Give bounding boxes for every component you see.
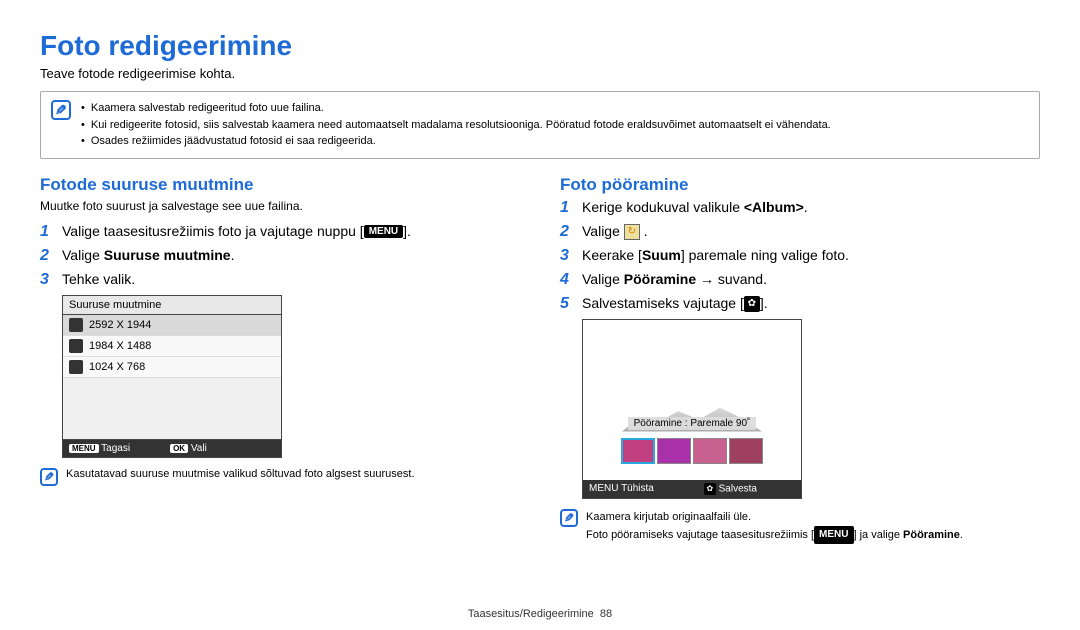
step-text: Valige . [582, 223, 1040, 240]
thumb-row [621, 438, 763, 464]
step-text: Tehke valik. [62, 271, 520, 287]
size-icon [69, 339, 83, 353]
step-text: Salvestamiseks vajutage []. [582, 295, 1040, 312]
rotate-heading: Foto pööramine [560, 175, 1040, 195]
resize-heading: Fotode suuruse muutmine [40, 175, 520, 195]
macro-icon [704, 483, 716, 495]
resize-sub: Muutke foto suurust ja salvestage see uu… [40, 199, 520, 213]
resize-menu-ui: Suuruse muutmine 2592 X 1944 1984 X 1488… [62, 295, 282, 458]
menu-icon: MENU [364, 225, 403, 238]
step-row: 5 Salvestamiseks vajutage []. [560, 295, 1040, 313]
menu-tag-icon: MENU [69, 444, 99, 453]
step-number: 1 [560, 199, 574, 217]
step-number: 4 [560, 271, 574, 289]
top-note-line: Kui redigeerite fotosid, siis salvestab … [91, 117, 831, 134]
menu-tag-icon: MENU [589, 483, 618, 494]
note-icon [560, 509, 578, 527]
step-number: 3 [560, 247, 574, 265]
step-row: 1 Kerige kodukuval valikule <Album>. [560, 199, 1040, 217]
rotate-thumb[interactable] [621, 438, 655, 464]
step-row: 3 Tehke valik. [40, 271, 520, 289]
size-icon [69, 318, 83, 332]
resize-menu-header: Suuruse muutmine [63, 296, 281, 315]
step-text: Valige taasesitusrežiimis foto ja vajuta… [62, 223, 520, 239]
rotate-thumb[interactable] [657, 438, 691, 464]
step-number: 5 [560, 295, 574, 313]
rotate-icon [624, 224, 640, 240]
page-footer: Taasesitus/Redigeerimine 88 [0, 608, 1080, 620]
step-text: Valige Suuruse muutmine. [62, 247, 520, 263]
resize-option[interactable]: 1024 X 768 [63, 357, 281, 378]
step-text: Kerige kodukuval valikule <Album>. [582, 199, 1040, 215]
step-number: 1 [40, 223, 54, 241]
step-row: 2 Valige Suuruse muutmine. [40, 247, 520, 265]
right-column: Foto pööramine 1 Kerige kodukuval valiku… [560, 175, 1040, 545]
note-icon [51, 100, 71, 120]
step-number: 2 [40, 247, 54, 265]
rotate-note: Kaamera kirjutab originaalfaili üle. Fot… [560, 509, 1040, 545]
step-number: 3 [40, 271, 54, 289]
resize-note-text: Kasutatavad suuruse muutmise valikud sõl… [66, 468, 415, 480]
macro-icon [744, 296, 760, 312]
menu-icon: MENU [814, 526, 853, 544]
step-row: 1 Valige taasesitusrežiimis foto ja vaju… [40, 223, 520, 241]
step-row: 3 Keerake [Suum] paremale ning valige fo… [560, 247, 1040, 265]
left-column: Fotode suuruse muutmine Muutke foto suur… [40, 175, 520, 545]
resize-menu-footer: MENU Tagasi OK Vali [63, 440, 281, 457]
resize-option[interactable]: 2592 X 1944 [63, 315, 281, 336]
rotate-footer: MENU Tühista Salvesta [583, 480, 801, 498]
rotate-thumb[interactable] [729, 438, 763, 464]
ok-tag-icon: OK [170, 444, 188, 453]
step-row: 2 Valige . [560, 223, 1040, 241]
rotate-note-content: Kaamera kirjutab originaalfaili üle. Fot… [586, 509, 1040, 545]
page-title: Foto redigeerimine [40, 30, 1040, 62]
resize-blank-area [63, 378, 281, 440]
step-number: 2 [560, 223, 574, 241]
size-icon [69, 360, 83, 374]
top-note-content: Kaamera salvestab redigeeritud foto uue … [81, 100, 831, 150]
step-row: 4 Valige Pööramine → suvand. [560, 271, 1040, 289]
rotate-thumb[interactable] [693, 438, 727, 464]
top-note-box: Kaamera salvestab redigeeritud foto uue … [40, 91, 1040, 159]
note-icon [40, 468, 58, 486]
page-subtitle: Teave fotode redigeerimise kohta. [40, 66, 1040, 81]
step-text: Keerake [Suum] paremale ning valige foto… [582, 247, 1040, 263]
top-note-line: Kaamera salvestab redigeeritud foto uue … [91, 100, 324, 117]
top-note-line: Osades režiimides jäädvustatud fotosid e… [91, 133, 376, 150]
rotate-preview-ui: Pööramine : Paremale 90˚ MENU Tühista Sa… [582, 319, 802, 499]
rotate-caption: Pööramine : Paremale 90˚ [628, 417, 757, 430]
resize-option[interactable]: 1984 X 1488 [63, 336, 281, 357]
step-text: Valige Pööramine → suvand. [582, 271, 1040, 287]
rotate-canvas: Pööramine : Paremale 90˚ [583, 320, 801, 480]
resize-note: Kasutatavad suuruse muutmise valikud sõl… [40, 468, 520, 486]
